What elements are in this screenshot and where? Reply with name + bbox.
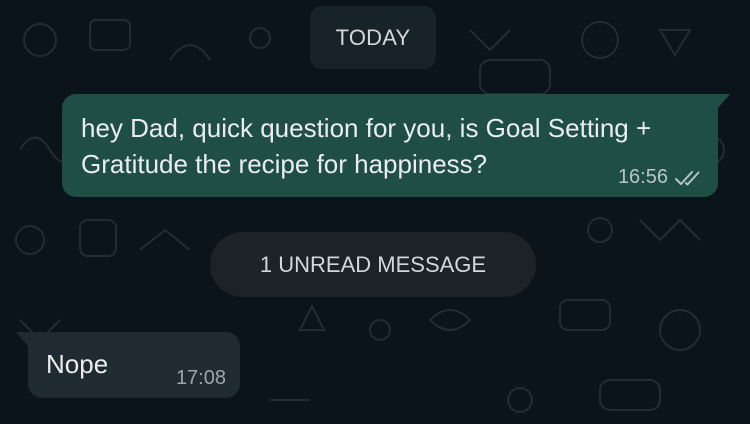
unread-messages-notice: 1 UNREAD MESSAGE <box>210 232 536 297</box>
outgoing-message-bubble[interactable]: hey Dad, quick question for you, is Goal… <box>62 94 730 197</box>
double-check-icon <box>674 169 704 187</box>
message-meta: 16:56 <box>618 166 704 189</box>
incoming-message-bubble[interactable]: Nope 17:08 <box>16 332 240 398</box>
unread-messages-label: 1 UNREAD MESSAGE <box>259 251 487 277</box>
date-separator: TODAY <box>310 6 436 69</box>
message-time: 17:08 <box>175 367 226 389</box>
chat-area: TODAY hey Dad, quick question for you, i… <box>0 0 750 424</box>
message-text: hey Dad, quick question for you, is Goal… <box>81 113 652 179</box>
date-separator-label: TODAY <box>335 24 411 50</box>
message-time: 16:56 <box>617 166 668 188</box>
message-text: Nope <box>46 349 109 379</box>
